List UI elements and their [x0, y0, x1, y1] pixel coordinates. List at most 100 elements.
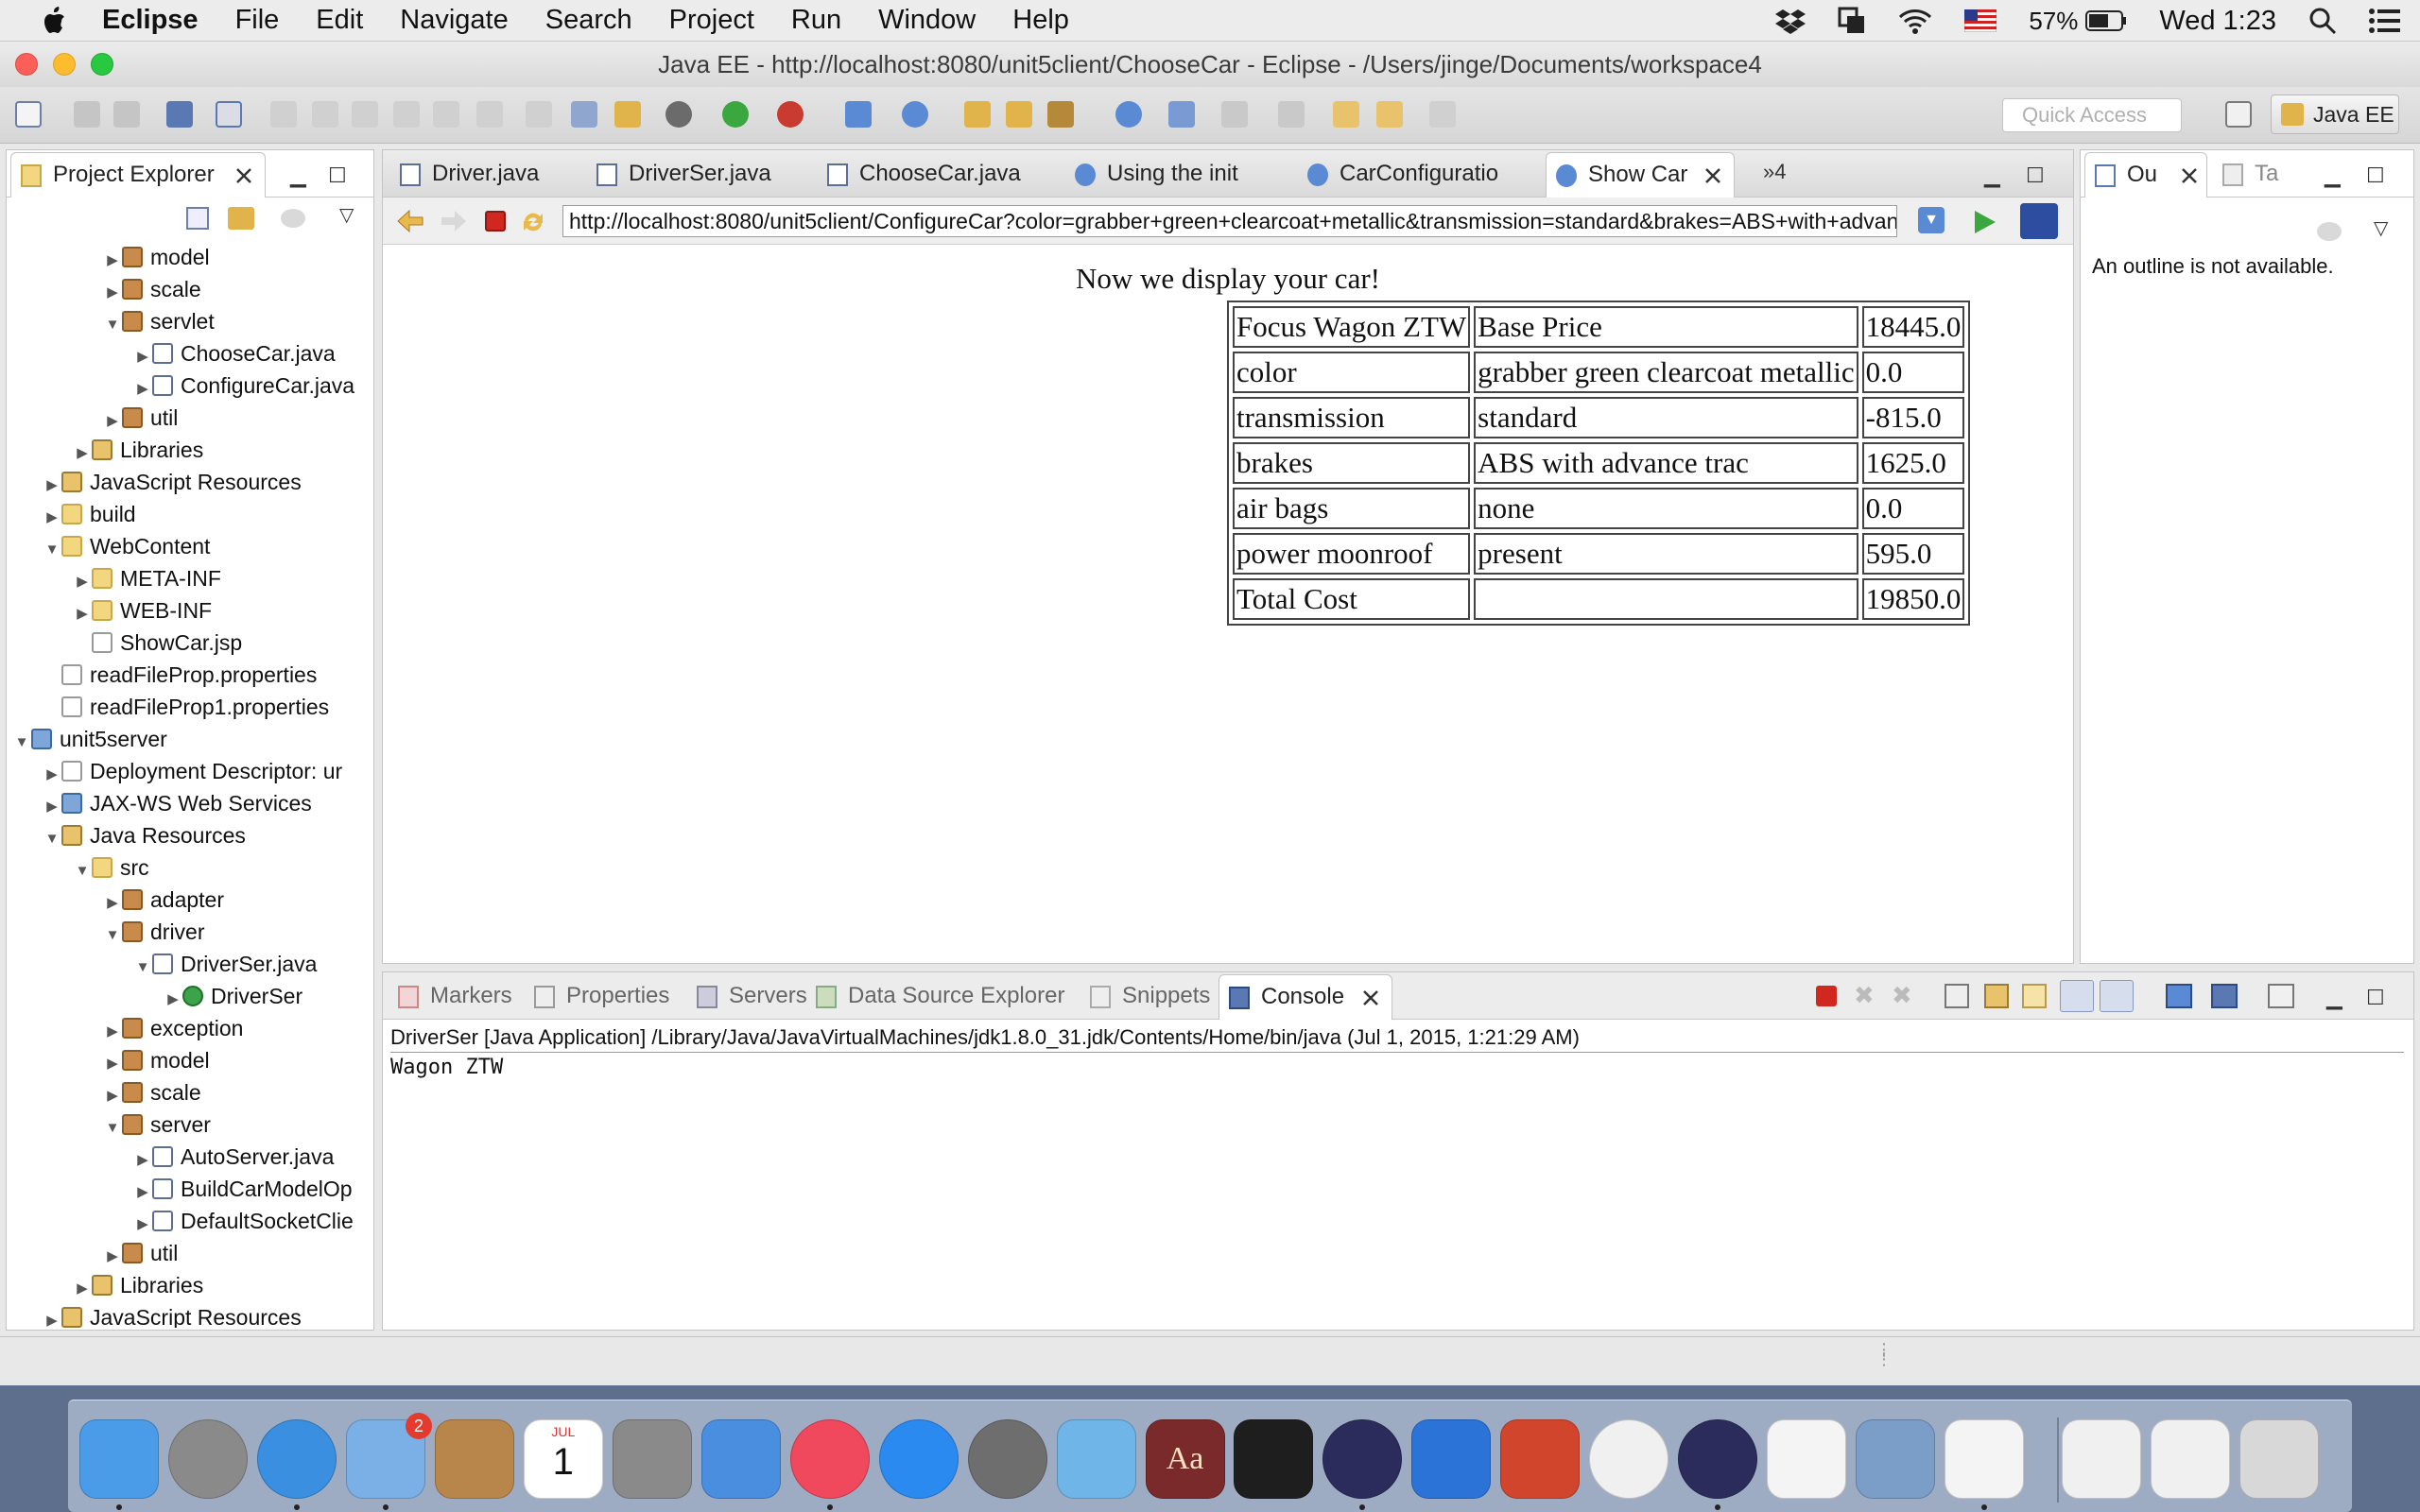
format-icon[interactable]: [571, 101, 597, 128]
focus-icon[interactable]: [2317, 222, 2342, 241]
tree-item[interactable]: ▼ Java Resources: [43, 819, 246, 851]
textedit-icon[interactable]: [1767, 1419, 1847, 1499]
collapsed-arrow-icon[interactable]: ▶: [103, 1016, 122, 1048]
calendar-icon[interactable]: JUL 1: [523, 1419, 603, 1499]
word-wrap-icon[interactable]: [2022, 984, 2047, 1008]
collapsed-arrow-icon[interactable]: ▶: [133, 1144, 152, 1177]
tab-driverser-java[interactable]: DriverSer.java: [587, 152, 804, 198]
expanded-arrow-icon[interactable]: ▼: [73, 855, 92, 887]
disconnect-icon[interactable]: [393, 101, 420, 128]
tab-show-car[interactable]: Show Car: [1546, 152, 1735, 198]
collapsed-arrow-icon[interactable]: ▶: [43, 470, 61, 502]
open-perspective-icon[interactable]: [2225, 101, 2252, 128]
collapsed-arrow-icon[interactable]: ▶: [103, 405, 122, 438]
collapsed-arrow-icon[interactable]: ▶: [103, 1080, 122, 1112]
tab-project-explorer[interactable]: Project Explorer: [10, 152, 266, 198]
back-icon[interactable]: [1376, 101, 1403, 128]
tree-item[interactable]: ▶ model: [103, 1044, 209, 1076]
menu-file[interactable]: File: [235, 5, 280, 36]
maximize-icon[interactable]: ☐: [2366, 986, 2385, 1010]
save-all-icon[interactable]: [113, 101, 140, 128]
perspective-java-ee-button[interactable]: Java EE: [2271, 94, 2399, 134]
menu-app-name[interactable]: Eclipse: [102, 5, 199, 36]
tree-item[interactable]: ▶ JavaScript Resources: [43, 466, 301, 498]
display-selected-console-icon[interactable]: [2211, 984, 2238, 1008]
tab-carconfiguratio[interactable]: CarConfiguratio: [1298, 152, 1534, 198]
java-icon[interactable]: [1945, 1419, 2025, 1499]
show-on-stdout-icon[interactable]: [2060, 980, 2094, 1012]
menu-edit[interactable]: Edit: [316, 5, 363, 36]
tab-data-source-explorer[interactable]: Data Source Explorer: [806, 974, 1080, 1020]
close-icon[interactable]: [2180, 166, 2199, 185]
close-icon[interactable]: [1703, 166, 1722, 185]
previous-annotation-icon[interactable]: [1278, 101, 1305, 128]
go-icon[interactable]: [1971, 209, 1997, 235]
menu-search[interactable]: Search: [545, 5, 632, 36]
collapsed-arrow-icon[interactable]: ▶: [43, 759, 61, 791]
console-output[interactable]: Wagon ZTW: [390, 1056, 503, 1079]
tab-using-the-init[interactable]: Using the init: [1065, 152, 1292, 198]
terminal-icon[interactable]: [1234, 1419, 1314, 1499]
tree-item[interactable]: ▶ util: [103, 402, 178, 434]
keynote-icon[interactable]: [700, 1419, 781, 1499]
tree-item[interactable]: ▼ DriverSer.java: [133, 948, 318, 980]
dictionary-icon[interactable]: Aa: [1145, 1419, 1225, 1499]
view-menu-icon[interactable]: ▽: [2374, 216, 2388, 240]
tree-item[interactable]: ▶ AutoServer.java: [133, 1141, 334, 1173]
tree-item[interactable]: ▶ model: [103, 241, 209, 273]
save-icon[interactable]: [74, 101, 100, 128]
tree-item[interactable]: ▶ scale: [103, 1076, 200, 1108]
tree-item[interactable]: ▶ Deployment Descriptor: ur: [43, 755, 342, 787]
skip-breakpoints-icon[interactable]: [216, 101, 242, 128]
word-icon[interactable]: [1411, 1419, 1492, 1499]
downloads-stack-icon[interactable]: [2151, 1419, 2231, 1499]
scroll-lock-icon[interactable]: [1984, 984, 2009, 1008]
tree-item[interactable]: ▼ WebContent: [43, 530, 211, 562]
spotlight-search-icon[interactable]: [2308, 7, 2337, 35]
remove-all-terminated-icon[interactable]: ✖: [1892, 983, 1912, 1007]
back-arrow-icon[interactable]: [396, 209, 424, 233]
tree-item[interactable]: ▼ driver: [103, 916, 205, 948]
tree-item[interactable]: ▶ Libraries: [73, 434, 203, 466]
open-type-icon[interactable]: [964, 101, 991, 128]
run-external-tools-icon[interactable]: [777, 101, 804, 128]
tree-item[interactable]: readFileProp1.properties: [43, 691, 329, 723]
minimize-icon[interactable]: ▁: [1984, 163, 2000, 188]
tree-item[interactable]: ▶ WEB-INF: [73, 594, 212, 627]
minimize-icon[interactable]: ▁: [290, 163, 306, 188]
open-console-icon[interactable]: [166, 101, 193, 128]
tree-item[interactable]: ▶ JavaScript Resources: [43, 1301, 302, 1328]
resume-icon[interactable]: [270, 101, 297, 128]
tree-item[interactable]: ▶ JAX-WS Web Services: [43, 787, 312, 819]
expanded-arrow-icon[interactable]: ▼: [43, 823, 61, 855]
new-icon[interactable]: [15, 101, 42, 128]
documents-stack-icon[interactable]: [2062, 1419, 2142, 1499]
url-input[interactable]: http://localhost:8080/unit5client/Config…: [562, 205, 1897, 237]
tree-item[interactable]: ▼ servlet: [103, 305, 215, 337]
collapsed-arrow-icon[interactable]: ▶: [164, 984, 182, 1016]
status-bar-grip[interactable]: ⋮ ⋮: [1876, 1341, 1893, 1367]
close-window-icon[interactable]: [15, 53, 38, 76]
web-browser-icon[interactable]: [1115, 101, 1142, 128]
open-console-dropdown-icon[interactable]: [2268, 984, 2294, 1008]
collapse-all-icon[interactable]: [186, 207, 209, 230]
notification-center-icon[interactable]: [2369, 9, 2401, 33]
pin-editor-icon[interactable]: [1168, 101, 1195, 128]
minimize-window-icon[interactable]: [53, 53, 76, 76]
settings-gear-icon[interactable]: [666, 101, 692, 128]
launchpad-icon[interactable]: [167, 1419, 248, 1499]
show-on-stderr-icon[interactable]: [2100, 980, 2134, 1012]
system-preferences-icon[interactable]: [967, 1419, 1047, 1499]
tree-item[interactable]: ▶ META-INF: [73, 562, 221, 594]
tab-properties[interactable]: Properties: [525, 974, 685, 1020]
maximize-icon[interactable]: ☐: [328, 163, 347, 188]
tree-item[interactable]: ▼ server: [103, 1108, 211, 1141]
tree-item[interactable]: ▶ build: [43, 498, 135, 530]
collapsed-arrow-icon[interactable]: ▶: [43, 791, 61, 823]
expanded-arrow-icon[interactable]: ▼: [133, 952, 152, 984]
calculator-icon[interactable]: [612, 1419, 692, 1499]
screen-share-icon[interactable]: [1838, 7, 1866, 35]
collapsed-arrow-icon[interactable]: ▶: [73, 566, 92, 598]
tree-item[interactable]: ▶ scale: [103, 273, 200, 305]
expanded-arrow-icon[interactable]: ▼: [103, 309, 122, 341]
